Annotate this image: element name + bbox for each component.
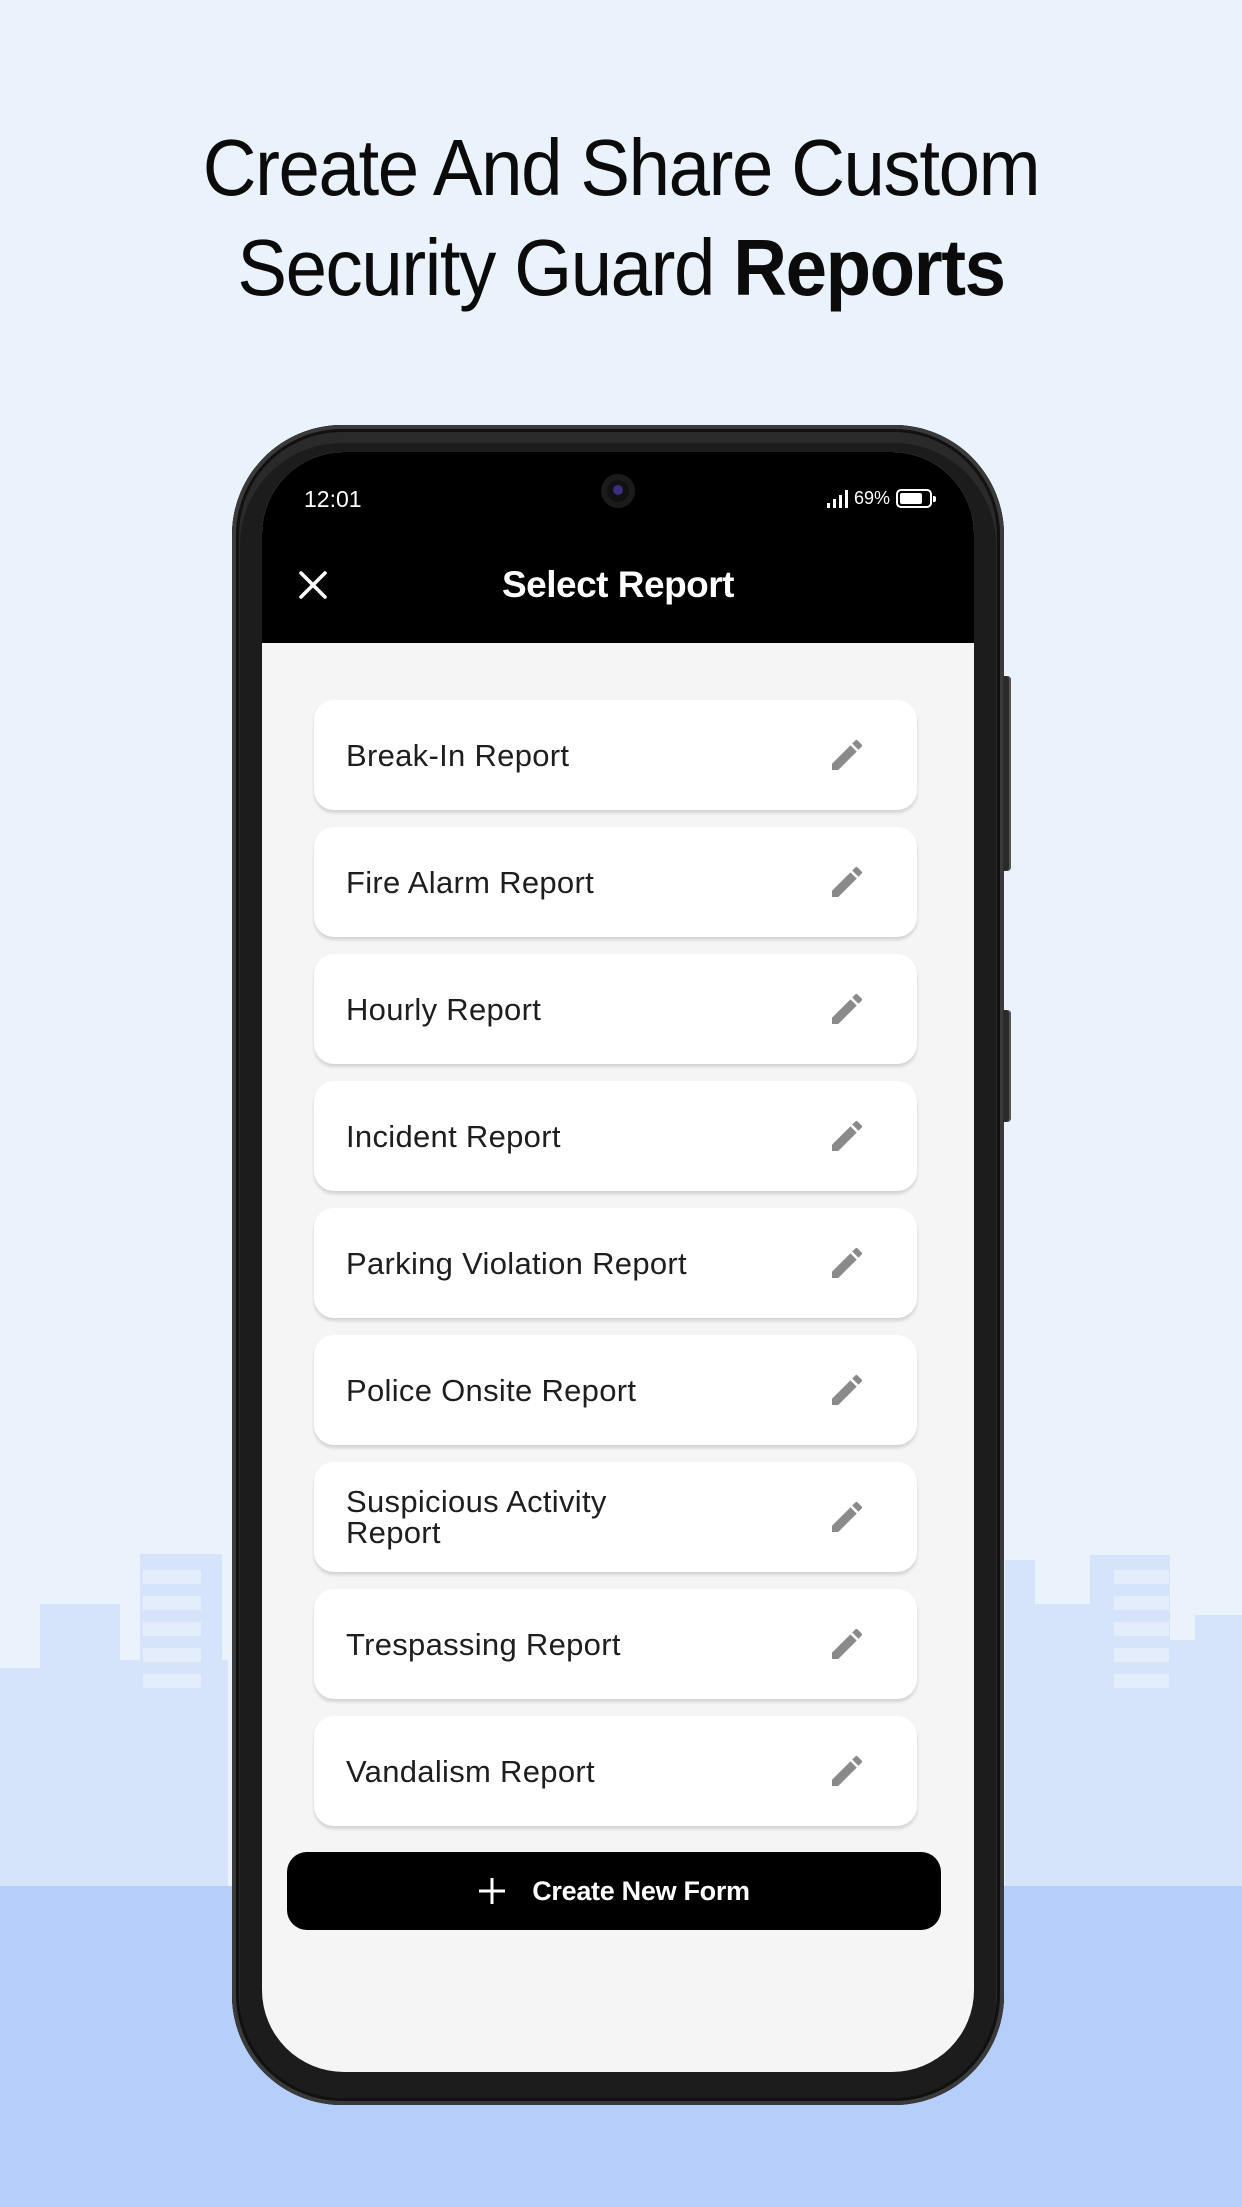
phone-screen: 12:01 69% Select Report Break-In Report …: [262, 452, 974, 2072]
pencil-icon[interactable]: [827, 862, 867, 902]
battery-icon: [896, 489, 936, 508]
report-name: Trespassing Report: [346, 1626, 621, 1662]
report-list-item[interactable]: Police Onsite Report: [314, 1335, 917, 1445]
report-list-item[interactable]: Vandalism Report: [314, 1716, 917, 1826]
headline-line-2-regular: Security Guard: [237, 223, 734, 312]
report-list-item[interactable]: Suspicious Activity Report: [314, 1462, 917, 1572]
pencil-icon[interactable]: [827, 1751, 867, 1791]
phone-side-button-upper: [1003, 676, 1011, 871]
report-list-item[interactable]: Trespassing Report: [314, 1589, 917, 1699]
status-indicators: 69%: [826, 488, 936, 509]
headline-line-1: Create And Share Custom: [202, 123, 1041, 212]
report-name: Incident Report: [346, 1118, 561, 1154]
report-name: Suspicious Activity Report: [346, 1484, 607, 1550]
report-list-item[interactable]: Hourly Report: [314, 954, 917, 1064]
create-new-form-button[interactable]: Create New Form: [287, 1852, 941, 1930]
report-list-item[interactable]: Break-In Report: [314, 700, 917, 810]
report-name: Police Onsite Report: [346, 1372, 637, 1408]
status-time: 12:01: [304, 486, 362, 512]
pencil-icon[interactable]: [827, 1497, 867, 1537]
battery-percent: 69%: [853, 488, 890, 508]
pencil-icon[interactable]: [827, 1116, 867, 1156]
create-new-form-label: Create New Form: [532, 1875, 750, 1906]
pencil-icon[interactable]: [827, 1624, 867, 1664]
app-bar: 12:01 69% Select Report: [262, 452, 974, 643]
report-name: Break-In Report: [346, 737, 570, 773]
report-name: Hourly Report: [346, 991, 542, 1027]
report-list-item[interactable]: Fire Alarm Report: [314, 827, 917, 937]
report-name: Vandalism Report: [346, 1753, 595, 1789]
pencil-icon[interactable]: [827, 735, 867, 775]
report-list-item[interactable]: Incident Report: [314, 1081, 917, 1191]
marketing-headline: Create And Share Custom Security Guard R…: [43, 118, 1198, 318]
report-name: Parking Violation Report: [346, 1245, 687, 1281]
signal-icon: [826, 489, 848, 508]
front-camera: [601, 474, 635, 508]
pencil-icon[interactable]: [827, 1243, 867, 1283]
plus-icon: [479, 1878, 506, 1904]
headline-line-2: Security Guard Reports: [43, 218, 1198, 318]
report-name: Fire Alarm Report: [346, 864, 594, 900]
phone-side-button-lower: [1003, 1010, 1011, 1122]
page-title: Select Report: [501, 564, 735, 605]
report-list-item[interactable]: Parking Violation Report: [314, 1208, 917, 1318]
headline-line-2-bold: Reports: [733, 223, 1006, 312]
pencil-icon[interactable]: [827, 1370, 867, 1410]
pencil-icon[interactable]: [827, 989, 867, 1029]
report-list: Break-In Report Fire Alarm Report Hourly…: [314, 700, 917, 1843]
